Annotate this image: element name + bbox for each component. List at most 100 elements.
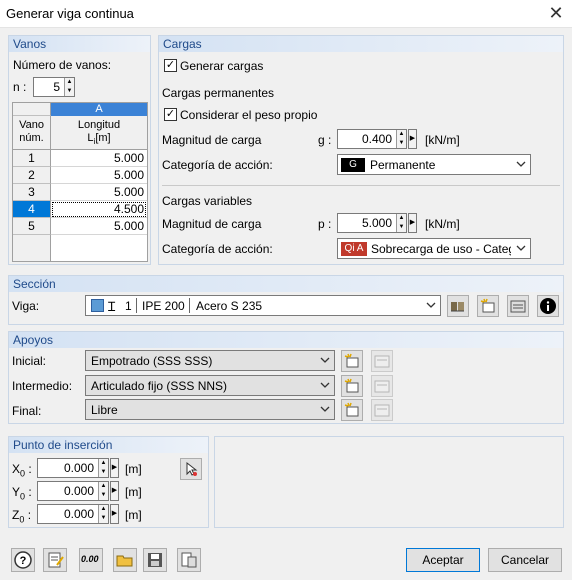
row-number[interactable]: 5 bbox=[13, 218, 51, 235]
inicial-value: Empotrado (SSS SSS) bbox=[91, 354, 213, 368]
final-select[interactable]: Libre bbox=[85, 399, 335, 420]
vano-header-line1: Vano bbox=[19, 119, 44, 131]
new-icon bbox=[344, 402, 359, 417]
row-number[interactable]: 4 bbox=[13, 201, 51, 218]
row-length-cell[interactable]: 4.500 bbox=[51, 201, 147, 218]
new-section-button[interactable] bbox=[477, 295, 499, 317]
edit-final-support-button[interactable] bbox=[371, 399, 393, 421]
row-length-cell[interactable]: 5.000 bbox=[51, 150, 147, 167]
close-button[interactable]: ✕ bbox=[546, 3, 566, 23]
row-number[interactable]: 3 bbox=[13, 184, 51, 201]
export-button[interactable] bbox=[177, 548, 201, 572]
x0-spinner[interactable]: 0.000 ▲ ▼ bbox=[37, 458, 109, 478]
save-button[interactable] bbox=[143, 548, 167, 572]
col-header-a[interactable]: A bbox=[51, 103, 147, 116]
x0-spin-arrows[interactable]: ▲ ▼ bbox=[98, 459, 108, 477]
close-icon: ✕ bbox=[548, 3, 564, 23]
var-category-select[interactable]: Qi A Sobrecarga de uso - Categoría bbox=[337, 238, 531, 259]
units-icon: 0.00 bbox=[81, 554, 99, 564]
up-arrow-icon: ▲ bbox=[398, 131, 405, 137]
section-divider-1 bbox=[136, 298, 137, 313]
units-button[interactable]: 0.00 bbox=[79, 548, 103, 572]
info-icon bbox=[540, 298, 556, 314]
pick-point-button[interactable] bbox=[180, 458, 202, 480]
row-number[interactable]: 1 bbox=[13, 150, 51, 167]
open-button[interactable] bbox=[113, 548, 137, 572]
inicial-select[interactable]: Empotrado (SSS SSS) bbox=[85, 350, 335, 371]
perm-spin-arrows[interactable]: ▲ ▼ bbox=[396, 130, 406, 148]
longitud-header-line1: Longitud bbox=[77, 119, 121, 131]
selfweight-label: Considerar el peso propio bbox=[180, 108, 318, 122]
save-icon bbox=[148, 553, 162, 567]
export-icon bbox=[181, 552, 197, 568]
up-arrow-icon: ▲ bbox=[66, 79, 73, 85]
corner-cell bbox=[13, 103, 51, 116]
final-label: Final: bbox=[12, 404, 42, 418]
row-number[interactable]: 2 bbox=[13, 167, 51, 184]
var-category-badge: Qi A bbox=[341, 242, 367, 256]
perm-symbol: g : bbox=[318, 133, 332, 147]
insercion-group: Punto de inserción X0 : 0.000 ▲ ▼ ▶ [m] Y… bbox=[8, 436, 209, 528]
perm-category-select[interactable]: G Permanente bbox=[337, 154, 531, 175]
up-arrow-icon: ▲ bbox=[398, 215, 405, 221]
generate-loads-label: Generar cargas bbox=[180, 59, 264, 73]
var-category-value: Sobrecarga de uso - Categoría bbox=[371, 242, 511, 256]
row-length-cell[interactable]: 5.000 bbox=[51, 218, 147, 235]
perm-next-button[interactable]: ▶ bbox=[408, 129, 417, 149]
new-intermedio-support-button[interactable] bbox=[341, 375, 363, 397]
perm-magnitude-spinner[interactable]: 0.400 ▲ ▼ bbox=[337, 129, 407, 149]
library-icon bbox=[451, 302, 464, 312]
notes-button[interactable] bbox=[43, 548, 67, 572]
vano-header-line2: núm. bbox=[19, 132, 44, 144]
up-arrow-icon: ▲ bbox=[100, 460, 107, 466]
section-library-button[interactable] bbox=[447, 295, 469, 317]
y0-spin-arrows[interactable]: ▲ ▼ bbox=[98, 482, 108, 500]
intermedio-select[interactable]: Articulado fijo (SSS NNS) bbox=[85, 375, 335, 396]
final-value: Libre bbox=[91, 403, 118, 417]
cancel-button[interactable]: Cancelar bbox=[488, 548, 562, 572]
section-info-button[interactable] bbox=[537, 295, 559, 317]
var-spin-arrows[interactable]: ▲ ▼ bbox=[396, 214, 406, 232]
new-inicial-support-button[interactable] bbox=[341, 350, 363, 372]
x0-sub: 0 bbox=[20, 468, 26, 479]
var-unit: [kN/m] bbox=[425, 217, 460, 231]
row-length-cell[interactable]: 5.000 bbox=[51, 184, 147, 201]
var-magnitude-spinner[interactable]: 5.000 ▲ ▼ bbox=[337, 213, 407, 233]
chevron-down-icon bbox=[320, 406, 330, 412]
help-button[interactable]: ? bbox=[11, 548, 35, 572]
viga-select[interactable]: Ɪ 1 IPE 200 Acero S 235 bbox=[85, 295, 441, 316]
z0-next-button[interactable]: ▶ bbox=[110, 504, 119, 524]
edit-icon bbox=[510, 300, 526, 313]
apoyos-group: Apoyos Inicial: Empotrado (SSS SSS) Inte… bbox=[8, 331, 564, 424]
accept-button[interactable]: Aceptar bbox=[406, 548, 480, 572]
y0-next-button[interactable]: ▶ bbox=[110, 481, 119, 501]
perm-title: Cargas permanentes bbox=[162, 86, 275, 100]
row-length-cell[interactable]: 5.000 bbox=[51, 167, 147, 184]
n-spinner[interactable]: 5 ▲ ▼ bbox=[33, 77, 75, 97]
y0-spinner[interactable]: 0.000 ▲ ▼ bbox=[37, 481, 109, 501]
edit-inicial-support-button[interactable] bbox=[371, 350, 393, 372]
vanos-header: Vanos bbox=[9, 36, 150, 52]
z0-spinner[interactable]: 0.000 ▲ ▼ bbox=[37, 504, 109, 524]
perm-category-label: Categoría de acción: bbox=[162, 158, 273, 172]
edit-section-button[interactable] bbox=[507, 295, 529, 317]
cargas-header: Cargas bbox=[159, 36, 563, 52]
help-icon: ? bbox=[14, 551, 32, 569]
new-final-support-button[interactable] bbox=[341, 399, 363, 421]
perm-category-value: Permanente bbox=[370, 158, 436, 172]
vanos-table: A Vano núm. Longitud Li[m] 1 5.000 2 5.000 3… bbox=[12, 102, 148, 262]
section-number: 1 bbox=[125, 299, 132, 313]
x0-next-button[interactable]: ▶ bbox=[110, 458, 119, 478]
n-spin-arrows[interactable]: ▲ ▼ bbox=[64, 78, 74, 96]
vano-header: Vano núm. bbox=[13, 116, 51, 150]
edit-intermedio-support-button[interactable] bbox=[371, 375, 393, 397]
generate-loads-checkbox[interactable]: ✓ bbox=[164, 59, 177, 72]
selfweight-checkbox[interactable]: ✓ bbox=[164, 108, 177, 121]
z0-spin-arrows[interactable]: ▲ ▼ bbox=[98, 505, 108, 523]
var-next-button[interactable]: ▶ bbox=[408, 213, 417, 233]
longitud-header: Longitud Li[m] bbox=[51, 116, 147, 150]
chevron-down-icon bbox=[320, 357, 330, 363]
n-label: n : bbox=[13, 80, 27, 94]
longitud-unit: [m] bbox=[95, 132, 111, 144]
i-beam-icon: Ɪ bbox=[108, 299, 116, 314]
